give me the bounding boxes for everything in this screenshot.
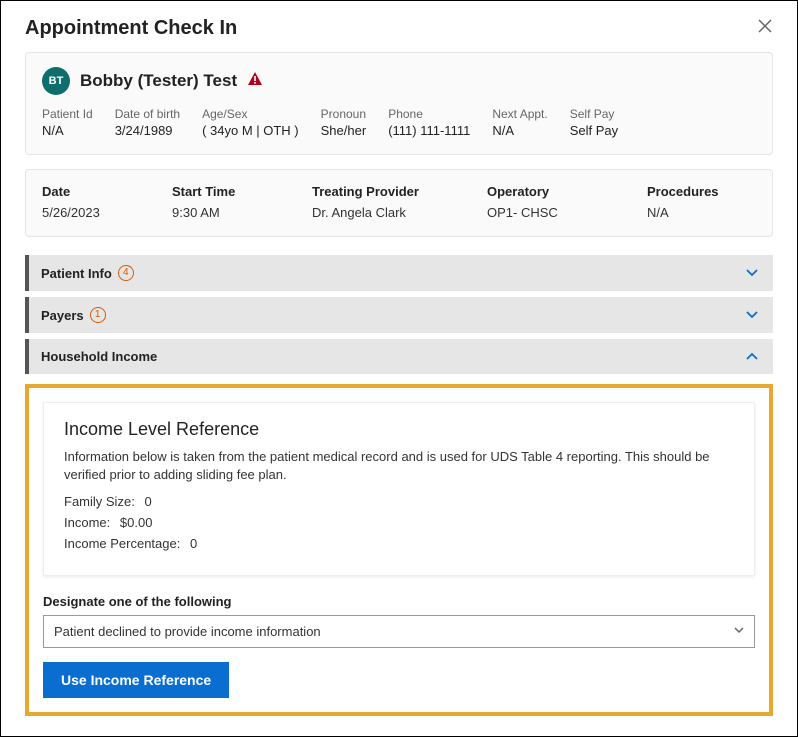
appt-date-value: 5/26/2023	[42, 205, 172, 220]
demo-label: Patient Id	[42, 107, 93, 121]
demo-label: Age/Sex	[202, 107, 299, 121]
alert-icon[interactable]	[247, 71, 263, 92]
designate-selected-value: Patient declined to provide income infor…	[54, 624, 321, 639]
chevron-down-icon	[745, 266, 759, 280]
income-pct-label: Income Percentage	[64, 536, 180, 551]
accordion-title: Household Income	[41, 349, 157, 364]
demo-label: Date of birth	[115, 107, 180, 121]
demographics-row: Patient Id N/A Date of birth 3/24/1989 A…	[42, 107, 756, 138]
accordion-title: Patient Info	[41, 266, 112, 281]
appt-operatory-value: OP1- CHSC	[487, 205, 647, 220]
modal-header: Appointment Check In	[1, 1, 797, 52]
accordion-payers[interactable]: Payers 1	[25, 297, 773, 333]
demo-age-sex: Age/Sex ( 34yo M | OTH )	[202, 107, 299, 138]
demo-label: Phone	[388, 107, 470, 121]
income-label: Income	[64, 515, 110, 530]
patient-banner: BT Bobby (Tester) Test Patient Id N/A Da…	[25, 52, 773, 155]
accordion-title: Payers	[41, 308, 84, 323]
demo-dob: Date of birth 3/24/1989	[115, 107, 180, 138]
demo-value: 3/24/1989	[115, 123, 180, 138]
family-size-value: 0	[144, 494, 151, 509]
appt-provider-value: Dr. Angela Clark	[312, 205, 487, 220]
accordion-patient-info[interactable]: Patient Info 4	[25, 255, 773, 291]
income-pct-row: Income Percentage 0	[64, 536, 734, 551]
appt-operatory-label: Operatory	[487, 184, 647, 199]
accordion-household-income[interactable]: Household Income	[25, 339, 773, 374]
income-value: $0.00	[120, 515, 153, 530]
appt-start-label: Start Time	[172, 184, 312, 199]
avatar: BT	[42, 67, 70, 95]
designate-label: Designate one of the following	[43, 594, 755, 609]
demo-pronoun: Pronoun She/her	[321, 107, 367, 138]
use-income-reference-button[interactable]: Use Income Reference	[43, 662, 229, 698]
demo-phone: Phone (111) 111-1111	[388, 107, 470, 138]
income-ref-title: Income Level Reference	[64, 419, 734, 440]
chevron-down-icon	[745, 308, 759, 322]
demo-patient-id: Patient Id N/A	[42, 107, 93, 138]
demo-value: Self Pay	[570, 123, 618, 138]
appointment-grid: Date Start Time Treating Provider Operat…	[42, 184, 756, 220]
demo-value: N/A	[492, 123, 547, 138]
checkin-modal: Appointment Check In BT Bobby (Tester) T…	[0, 0, 798, 737]
appt-date-label: Date	[42, 184, 172, 199]
demo-value: She/her	[321, 123, 367, 138]
appt-start-value: 9:30 AM	[172, 205, 312, 220]
demo-label: Self Pay	[570, 107, 618, 121]
patient-name-row: BT Bobby (Tester) Test	[42, 67, 756, 95]
income-row: Income $0.00	[64, 515, 734, 530]
appt-provider-label: Treating Provider	[312, 184, 487, 199]
chevron-down-icon	[733, 623, 745, 641]
income-pct-value: 0	[190, 536, 197, 551]
appt-procedures-value: N/A	[647, 205, 756, 220]
demo-next-appt: Next Appt. N/A	[492, 107, 547, 138]
appointment-card: Date Start Time Treating Provider Operat…	[25, 169, 773, 237]
income-ref-desc: Information below is taken from the pati…	[64, 448, 734, 484]
family-size-row: Family Size 0	[64, 494, 734, 509]
designate-select[interactable]: Patient declined to provide income infor…	[43, 615, 755, 648]
demo-value: N/A	[42, 123, 93, 138]
modal-title: Appointment Check In	[25, 17, 237, 40]
income-reference-card: Income Level Reference Information below…	[43, 402, 755, 576]
appt-procedures-label: Procedures	[647, 184, 756, 199]
patient-name: Bobby (Tester) Test	[80, 71, 237, 91]
demo-value: (111) 111-1111	[388, 123, 470, 138]
designate-select-wrap: Patient declined to provide income infor…	[43, 615, 755, 648]
close-icon[interactable]	[757, 18, 773, 39]
household-income-panel: Income Level Reference Information below…	[25, 384, 773, 716]
badge-count: 4	[118, 265, 134, 281]
demo-label: Pronoun	[321, 107, 367, 121]
demo-label: Next Appt.	[492, 107, 547, 121]
demo-self-pay: Self Pay Self Pay	[570, 107, 618, 138]
family-size-label: Family Size	[64, 494, 135, 509]
chevron-up-icon	[745, 350, 759, 364]
demo-value: ( 34yo M | OTH )	[202, 123, 299, 138]
badge-count: 1	[90, 307, 106, 323]
